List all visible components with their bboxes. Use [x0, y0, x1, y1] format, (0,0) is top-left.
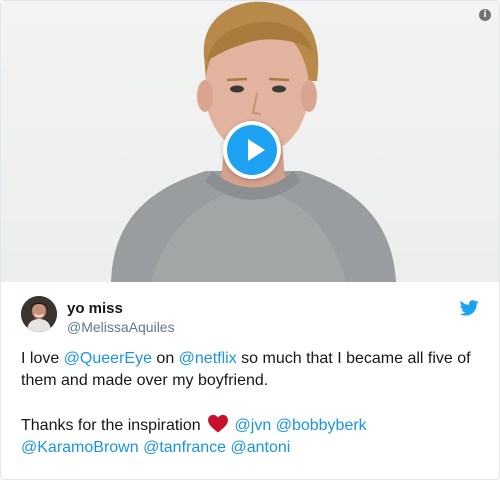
author-handle[interactable]: @MelissaAquiles — [67, 319, 175, 335]
tweet-paragraph: Thanks for the inspiration @jvn @bobbybe… — [21, 414, 479, 459]
tweet: yo miss @MelissaAquiles I love @QueerEye… — [1, 282, 499, 459]
mention-netflix[interactable]: @netflix — [179, 350, 237, 367]
tweet-text: I love @QueerEye on @netflix so much tha… — [21, 348, 479, 459]
mention-antoni[interactable]: @antoni — [230, 439, 290, 456]
tweet-embed-card: i yo miss @MelissaAquiles I love @QueerE… — [0, 0, 500, 480]
avatar[interactable] — [21, 296, 57, 332]
play-icon — [227, 125, 277, 175]
tweet-header: yo miss @MelissaAquiles — [21, 282, 479, 344]
author-name[interactable]: yo miss — [67, 300, 123, 317]
mention-jvn[interactable]: @jvn — [235, 417, 272, 434]
red-heart-emoji-icon — [208, 414, 229, 433]
info-icon[interactable]: i — [479, 9, 491, 21]
twitter-bird-icon[interactable] — [460, 300, 479, 316]
mention-karamobrown[interactable]: @KaramoBrown — [21, 439, 139, 456]
mention-bobbyberk[interactable]: @bobbyberk — [276, 417, 367, 434]
video-thumbnail[interactable]: i — [1, 1, 499, 282]
mention-tanfrance[interactable]: @tanfrance — [143, 439, 226, 456]
tweet-paragraph: I love @QueerEye on @netflix so much tha… — [21, 350, 471, 389]
play-button[interactable] — [223, 121, 281, 179]
mention-queereye[interactable]: @QueerEye — [64, 350, 152, 367]
